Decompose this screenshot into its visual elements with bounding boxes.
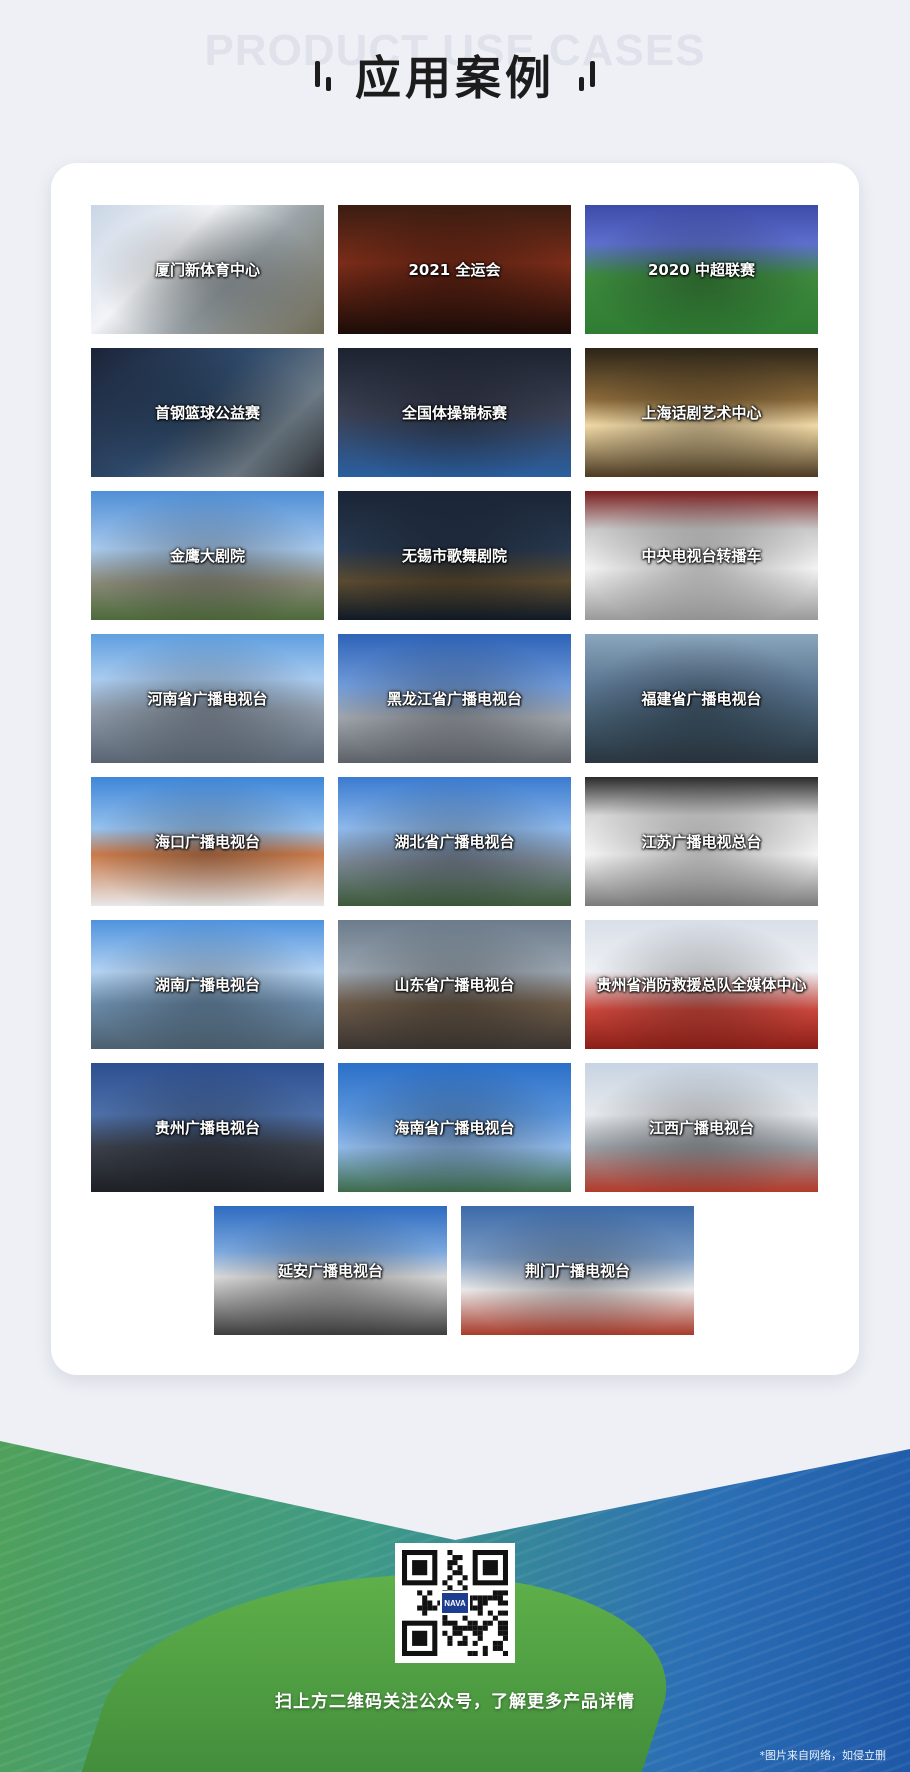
case-label: 厦门新体育中心 <box>154 261 260 279</box>
use-cases-card: 厦门新体育中心 2021 全运会 2020 中超联赛 首钢篮球公益赛 全国体操锦… <box>51 163 859 1375</box>
case-tile[interactable]: 江苏广播电视总台 <box>585 777 818 906</box>
case-tile[interactable]: 贵州广播电视台 <box>91 1063 324 1192</box>
case-tile[interactable]: 湖北省广播电视台 <box>338 777 571 906</box>
page-header: PRODUCT USE CASES 应用案例 <box>0 0 910 150</box>
case-tile[interactable]: 厦门新体育中心 <box>91 205 324 334</box>
case-tile[interactable]: 中央电视台转播车 <box>585 491 818 620</box>
case-tile[interactable]: 全国体操锦标赛 <box>338 348 571 477</box>
case-tile[interactable]: 上海话剧艺术中心 <box>585 348 818 477</box>
case-label: 首钢篮球公益赛 <box>154 404 260 422</box>
case-tile[interactable]: 湖南广播电视台 <box>91 920 324 1049</box>
case-label: 海口广播电视台 <box>154 833 260 851</box>
case-tile[interactable]: 首钢篮球公益赛 <box>91 348 324 477</box>
case-label: 2020 中超联赛 <box>648 261 755 279</box>
case-label: 海南省广播电视台 <box>394 1119 515 1137</box>
case-label: 河南省广播电视台 <box>147 690 268 708</box>
case-tile[interactable]: 2020 中超联赛 <box>585 205 818 334</box>
case-tile[interactable]: 河南省广播电视台 <box>91 634 324 763</box>
case-label: 山东省广播电视台 <box>394 976 515 994</box>
case-tile[interactable]: 福建省广播电视台 <box>585 634 818 763</box>
case-label: 上海话剧艺术中心 <box>641 404 762 422</box>
qr-code[interactable]: NAVA <box>395 1543 515 1663</box>
footer-banner: NAVA 扫上方二维码关注公众号，了解更多产品详情 *图片来自网络，如侵立删 <box>0 1425 910 1772</box>
case-label: 江苏广播电视总台 <box>641 833 762 851</box>
case-tile[interactable]: 山东省广播电视台 <box>338 920 571 1049</box>
case-tile[interactable]: 金鹰大剧院 <box>91 491 324 620</box>
case-label: 贵州省消防救援总队全媒体中心 <box>596 976 807 994</box>
case-label: 中央电视台转播车 <box>641 547 762 565</box>
left-quote-decoration <box>315 53 331 97</box>
page-title: 应用案例 <box>355 51 555 105</box>
case-label: 黑龙江省广播电视台 <box>386 690 522 708</box>
case-tile[interactable]: 黑龙江省广播电视台 <box>338 634 571 763</box>
case-label: 湖南广播电视台 <box>154 976 260 994</box>
case-label: 福建省广播电视台 <box>641 690 762 708</box>
case-tile[interactable]: 海口广播电视台 <box>91 777 324 906</box>
qr-instruction-text: 扫上方二维码关注公众号，了解更多产品详情 <box>275 1692 635 1712</box>
case-label: 延安广播电视台 <box>277 1262 383 1280</box>
case-tile[interactable]: 无锡市歌舞剧院 <box>338 491 571 620</box>
case-label: 荆门广播电视台 <box>524 1262 630 1280</box>
case-tile[interactable]: 荆门广播电视台 <box>461 1206 694 1335</box>
case-tile[interactable]: 2021 全运会 <box>338 205 571 334</box>
case-tile[interactable]: 海南省广播电视台 <box>338 1063 571 1192</box>
right-quote-decoration <box>579 53 595 97</box>
case-label: 无锡市歌舞剧院 <box>401 547 507 565</box>
case-tile[interactable]: 江西广播电视台 <box>585 1063 818 1192</box>
case-label: 江西广播电视台 <box>648 1119 754 1137</box>
case-label: 金鹰大剧院 <box>169 547 245 565</box>
case-tile[interactable]: 贵州省消防救援总队全媒体中心 <box>585 920 818 1049</box>
case-label: 贵州广播电视台 <box>154 1119 260 1137</box>
image-source-disclaimer: *图片来自网络，如侵立删 <box>759 1749 887 1762</box>
title-row: 应用案例 <box>0 42 910 108</box>
case-label: 湖北省广播电视台 <box>394 833 515 851</box>
nava-logo: NAVA <box>440 1591 470 1615</box>
case-label: 2021 全运会 <box>408 261 501 279</box>
case-label: 全国体操锦标赛 <box>401 404 507 422</box>
case-tile[interactable]: 延安广播电视台 <box>214 1206 447 1335</box>
